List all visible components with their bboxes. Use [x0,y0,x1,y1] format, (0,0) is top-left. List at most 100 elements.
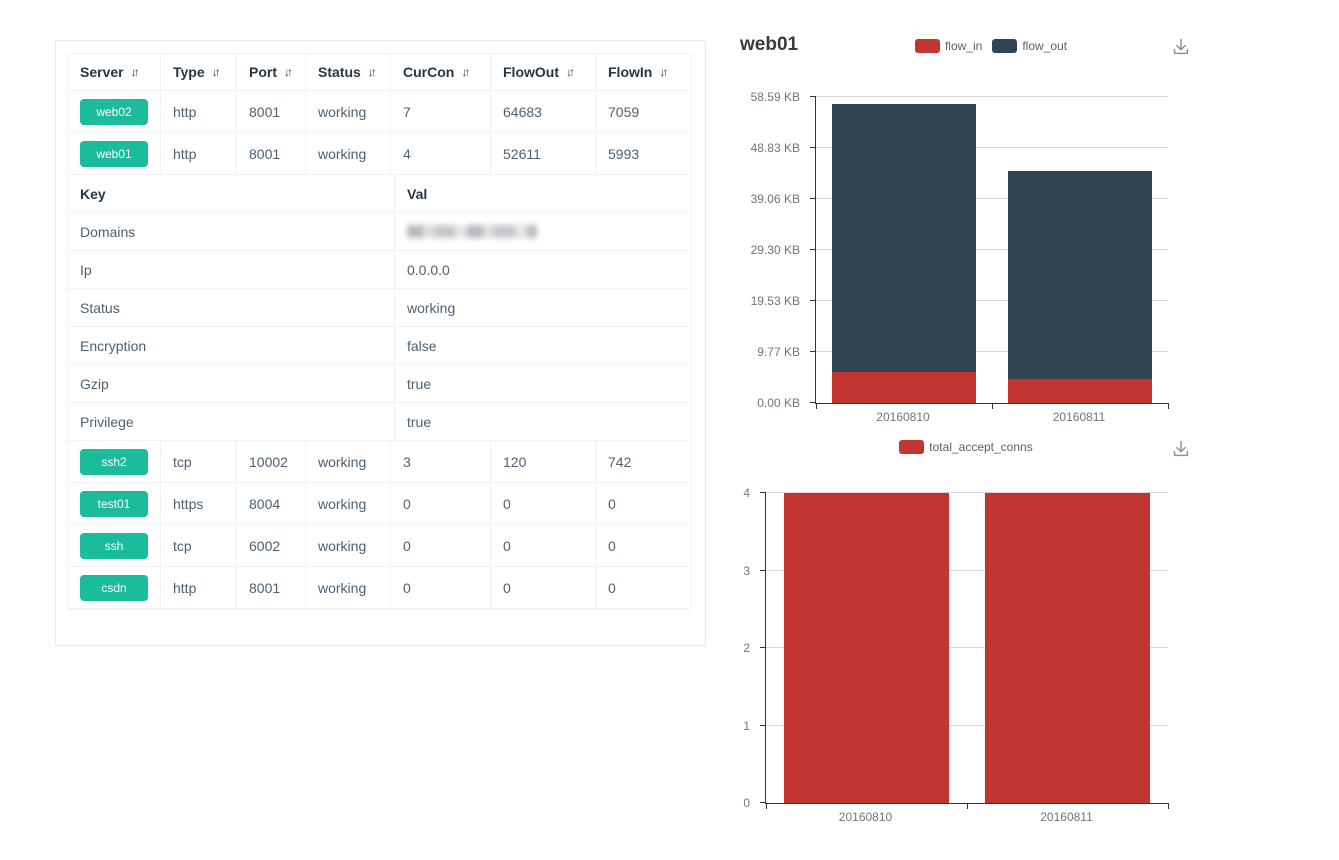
table-cell-type: http [161,567,237,609]
y-axis-tick-label: 3 [743,564,750,578]
kv-value-text: true [407,376,431,392]
y-axis-tick-label: 0.00 KB [757,396,800,410]
kv-value: working [395,289,688,327]
legend-swatch [899,440,924,454]
x-axis-category-label: 20160811 [1053,410,1106,424]
table-cell-curcon: 0 [391,525,491,567]
legend-item-total_accept_conns[interactable]: total_accept_conns [899,440,1032,454]
kv-key: Encryption [68,327,395,365]
table-cell-flowin: 5993 [596,133,688,175]
legend-item-flow_out[interactable]: flow_out [992,39,1067,53]
server-cell: ssh [68,525,161,567]
column-header-label: Port [249,64,277,80]
server-cell: ssh2 [68,441,161,483]
server-table-top-rows: web02http8001working7646837059web01http8… [68,91,690,175]
table-cell-port: 8004 [237,483,306,525]
sort-icon[interactable]: ↓↑ [566,66,575,78]
kv-key: Gzip [68,365,395,403]
bar-total_accept_conns-20160810 [784,493,949,803]
server-badge[interactable]: web01 [80,141,148,167]
server-table-header: Server↓↑Type↓↑Port↓↑Status↓↑CurCon↓↑Flow… [68,54,690,91]
download-icon[interactable] [1170,438,1192,460]
table-cell-type: tcp [161,441,237,483]
y-axis-tick-label: 1 [743,719,750,733]
table-cell-type: http [161,133,237,175]
table-cell-port: 10002 [237,441,306,483]
table-cell-type: https [161,483,237,525]
table-cell-curcon: 7 [391,91,491,133]
table-cell-curcon: 0 [391,567,491,609]
bar-total_accept_conns-20160811 [985,493,1150,803]
chart2-legend: total_accept_conns [765,440,1167,454]
sort-icon[interactable]: ↓↑ [212,66,221,78]
table-cell-status: working [306,525,391,567]
column-header-label: FlowIn [608,64,652,80]
y-axis-tick-label: 2 [743,641,750,655]
server-cell: web01 [68,133,161,175]
bar-flow_out-20160811 [1008,171,1152,379]
table-cell-port: 6002 [237,525,306,567]
column-header-type[interactable]: Type↓↑ [161,54,237,91]
kv-value [395,213,688,251]
chart1-plot-area [815,97,1168,404]
column-header-server[interactable]: Server ↓↑ [68,54,161,91]
legend-item-flow_in[interactable]: flow_in [915,39,982,53]
x-axis-tick [1168,803,1169,809]
server-tables: Server↓↑Type↓↑Port↓↑Status↓↑CurCon↓↑Flow… [67,53,691,610]
x-axis-category-label: 20160810 [839,810,892,824]
server-badge[interactable]: test01 [80,491,148,517]
chart1-y-axis-labels: 0.00 KB9.77 KB19.53 KB29.30 KB39.06 KB48… [730,97,808,403]
y-axis-tick-label: 0 [743,796,750,810]
server-cell: web02 [68,91,161,133]
sort-icon[interactable]: ↓↑ [284,66,293,78]
sort-icon[interactable]: ↓↑ [659,66,668,78]
kv-key: Privilege [68,403,395,441]
bar-column-20160810 [766,493,967,803]
server-table-bottom-rows: ssh2tcp10002working3120742test01https800… [68,441,690,609]
sort-icon[interactable]: ↓↑ [368,66,377,78]
chart2-plot-area [765,493,1168,804]
y-axis-tick-label: 19.53 KB [751,294,800,308]
table-cell-status: working [306,133,391,175]
column-header-flowout[interactable]: FlowOut↓↑ [491,54,596,91]
server-badge[interactable]: ssh2 [80,449,148,475]
kv-value-text: false [407,338,437,354]
column-header-port[interactable]: Port ↓↑ [237,54,306,91]
chart1-x-axis-labels: 20160810 20160811 [815,410,1167,426]
kv-key: Ip [68,251,395,289]
sort-icon[interactable]: ↓↑ [131,66,140,78]
table-cell-status: working [306,567,391,609]
column-header-label: Server [80,64,124,80]
y-axis-tick-label: 9.77 KB [757,345,800,359]
table-cell-curcon: 3 [391,441,491,483]
table-cell-port: 8001 [237,91,306,133]
server-cell: csdn [68,567,161,609]
y-axis-tick-label: 48.83 KB [751,141,800,155]
table-cell-flowin: 0 [596,567,688,609]
kv-key: Status [68,289,395,327]
table-cell-curcon: 0 [391,483,491,525]
server-badge[interactable]: ssh [80,533,148,559]
y-axis-tick-label: 39.06 KB [751,192,800,206]
sort-icon[interactable]: ↓↑ [461,66,470,78]
kv-key-header: Key [68,175,395,213]
x-axis-category-label: 20160810 [876,410,929,424]
column-header-curcon[interactable]: CurCon ↓↑ [391,54,491,91]
domains-value-redacted [407,225,537,238]
bar-flow_in-20160811 [1008,379,1152,403]
column-header-status[interactable]: Status↓↑ [306,54,391,91]
column-header-flowin[interactable]: FlowIn ↓↑ [596,54,688,91]
y-axis-tick-label: 4 [743,486,750,500]
column-header-label: CurCon [403,64,454,80]
chart2-x-axis-labels: 2016081020160811 [765,810,1167,826]
server-badge[interactable]: csdn [80,575,148,601]
kv-value: true [395,365,688,403]
kv-val-header: Val [395,175,688,213]
table-cell-flowin: 0 [596,525,688,567]
table-cell-flowout: 120 [491,441,596,483]
kv-value: true [395,403,688,441]
download-icon[interactable] [1170,36,1192,58]
table-cell-flowout: 0 [491,525,596,567]
table-cell-port: 8001 [237,567,306,609]
server-badge[interactable]: web02 [80,99,148,125]
